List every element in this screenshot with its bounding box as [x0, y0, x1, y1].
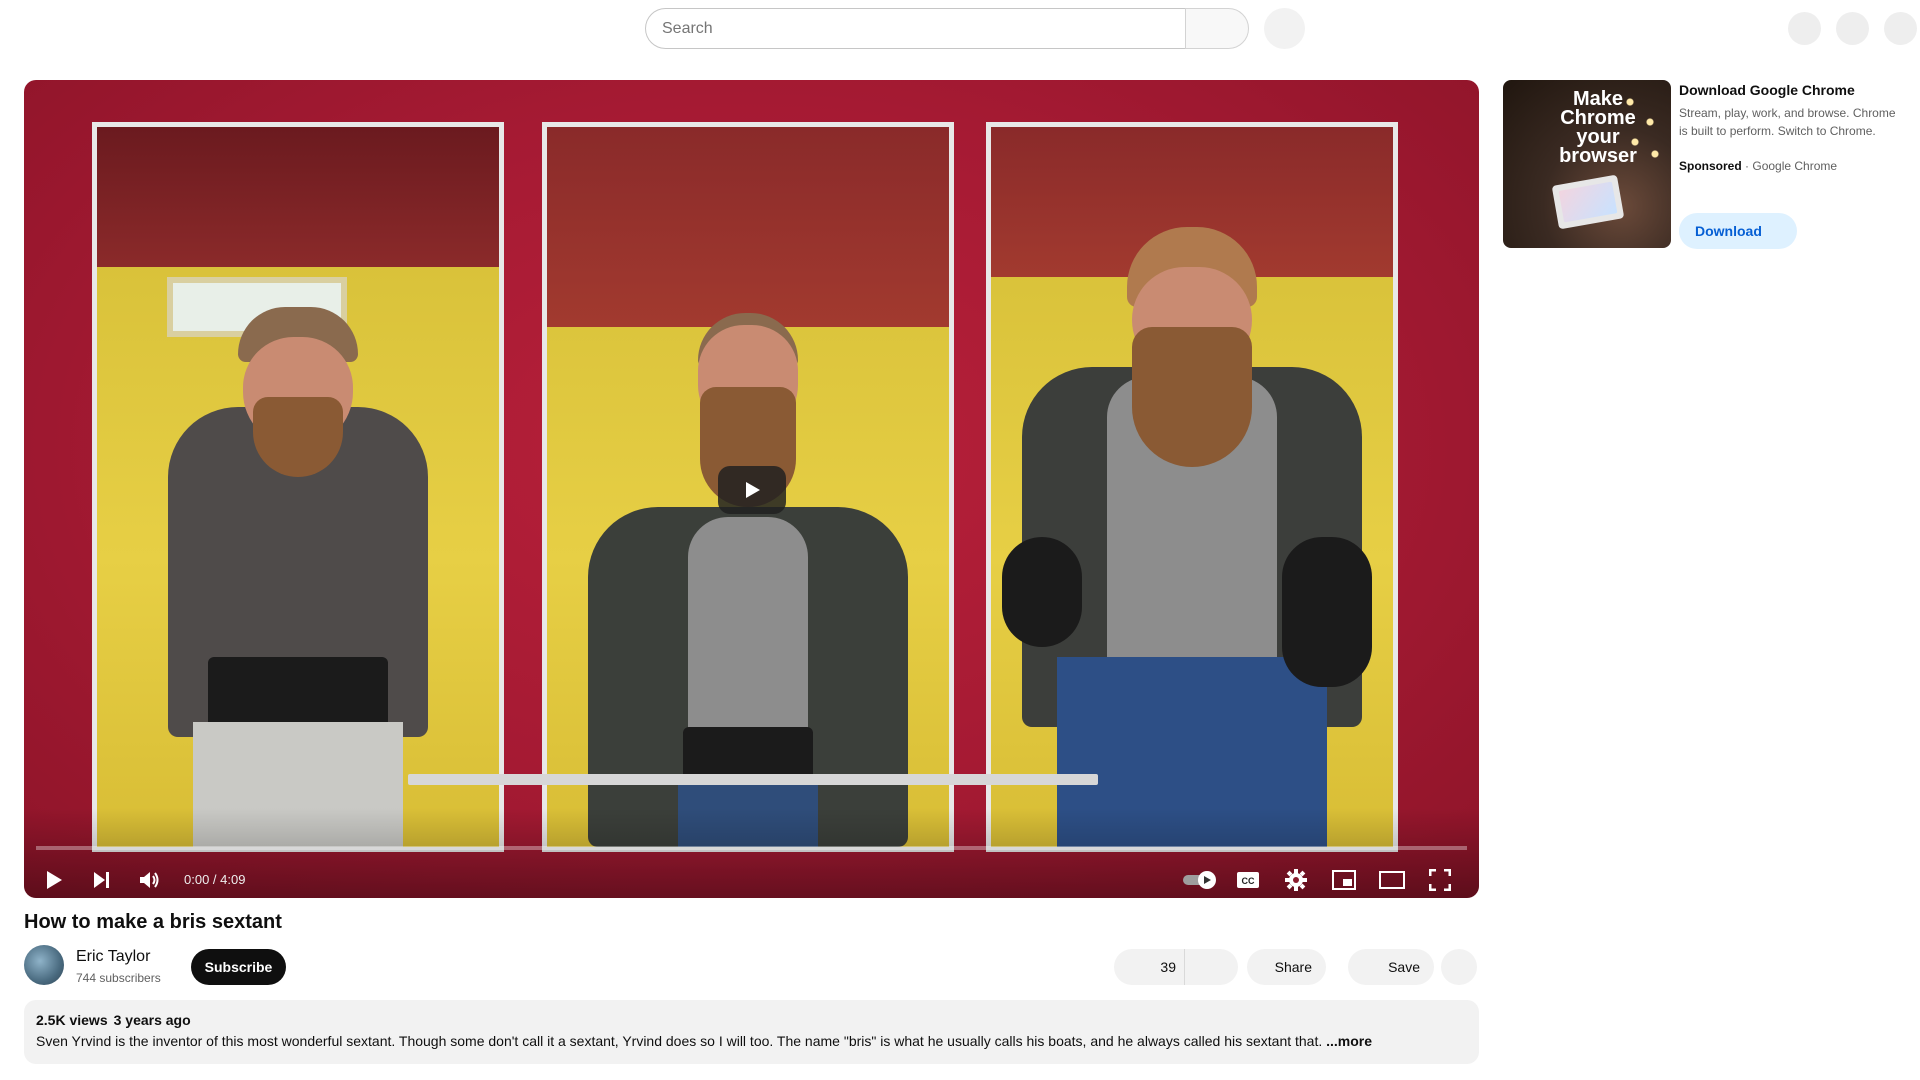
time-display: 0:00 / 4:09 [184, 872, 246, 887]
description-meta: 2.5K views 3 years ago [36, 1012, 1467, 1028]
ad-meta: Sponsored · Google Chrome [1679, 159, 1838, 173]
description-text: Sven Yrvind is the inventor of this most… [36, 1033, 1467, 1049]
notifications-button[interactable] [1836, 12, 1869, 45]
like-count: 39 [1160, 959, 1176, 975]
autoplay-toggle[interactable] [1180, 862, 1220, 898]
video-title: How to make a bris sextant [24, 911, 282, 933]
settings-button[interactable] [1278, 862, 1314, 898]
svg-text:CC: CC [1242, 876, 1255, 886]
like-button[interactable]: 39 [1114, 949, 1185, 985]
progress-bar[interactable] [36, 846, 1467, 850]
more-actions-button[interactable] [1441, 949, 1477, 985]
view-count: 2.5K views [36, 1012, 108, 1028]
ad-description: Stream, play, work, and browse. Chrome i… [1679, 106, 1896, 138]
description-box[interactable]: 2.5K views 3 years ago Sven Yrvind is the… [24, 1000, 1479, 1064]
video-player[interactable]: 0:00 / 4:09 CC [24, 80, 1479, 898]
save-button[interactable]: Save [1348, 949, 1434, 985]
sponsored-label: Sponsored [1679, 159, 1742, 173]
search-button[interactable] [1185, 8, 1249, 49]
channel-name[interactable]: Eric Taylor [76, 948, 150, 966]
dislike-button[interactable] [1185, 949, 1238, 985]
ad-thumbnail[interactable]: Make Chrome your browser [1503, 80, 1671, 248]
channel-avatar[interactable] [24, 945, 64, 985]
settings-icon [1285, 869, 1307, 891]
share-button[interactable]: Share [1247, 949, 1326, 985]
ad-thumbnail-text: Make Chrome your browser [1559, 88, 1637, 167]
next-icon [94, 872, 109, 888]
subscriber-count: 744 subscribers [76, 971, 161, 985]
like-dislike-group: 39 [1114, 949, 1238, 985]
captions-icon: CC [1237, 872, 1259, 888]
miniplayer-button[interactable] [1326, 862, 1362, 898]
ad-download-button[interactable]: Download [1679, 213, 1797, 249]
upload-age: 3 years ago [113, 1012, 191, 1028]
search-bar [645, 8, 1249, 49]
fullscreen-icon [1429, 869, 1451, 891]
search-input[interactable] [645, 8, 1185, 49]
miniplayer-icon [1332, 870, 1356, 890]
autoplay-toggle-icon [1183, 871, 1216, 889]
video-frame-right [986, 122, 1398, 852]
subscribe-button[interactable]: Subscribe [191, 949, 286, 985]
ad-advertiser: Google Chrome [1752, 159, 1838, 173]
play-icon [746, 482, 760, 498]
create-button[interactable] [1788, 12, 1821, 45]
ad-title[interactable]: Download Google Chrome [1679, 82, 1855, 98]
large-play-button[interactable] [718, 466, 786, 514]
play-button[interactable] [36, 862, 72, 898]
video-frame-left [92, 122, 504, 852]
video-overlay-bar [408, 774, 1098, 785]
theater-mode-icon [1379, 871, 1405, 889]
account-avatar-button[interactable] [1884, 12, 1917, 45]
volume-icon [140, 872, 159, 888]
theater-mode-button[interactable] [1374, 862, 1410, 898]
fullscreen-button[interactable] [1422, 862, 1458, 898]
play-icon [47, 871, 62, 889]
next-button[interactable] [84, 862, 120, 898]
description-more-link[interactable]: ...more [1326, 1033, 1372, 1049]
voice-search-button[interactable] [1264, 8, 1305, 49]
volume-button[interactable] [132, 862, 168, 898]
description-body: Sven Yrvind is the inventor of this most… [36, 1033, 1323, 1049]
captions-button[interactable]: CC [1230, 862, 1266, 898]
